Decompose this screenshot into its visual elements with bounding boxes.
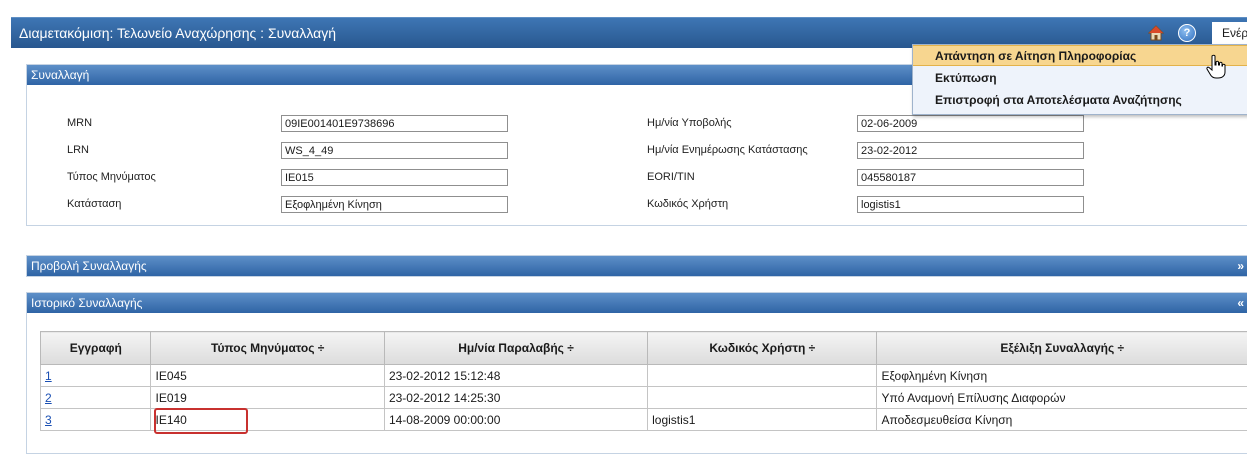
column-header-received-date[interactable]: Ημ/νία Παραλαβής ÷ — [384, 332, 647, 365]
eori-tin-field[interactable]: 045580187 — [857, 169, 1084, 186]
view-panel-title: Προβολή Συναλλαγής — [31, 259, 147, 273]
record-link[interactable]: 3 — [45, 413, 52, 427]
table-row: 1 IE045 23-02-2012 15:12:48 Εξοφλημένη Κ… — [41, 365, 1247, 387]
column-header-progress[interactable]: Εξέλιξη Συναλλαγής ÷ — [877, 332, 1247, 365]
submission-date-field[interactable]: 02-06-2009 — [857, 115, 1084, 132]
history-panel-header[interactable]: Ιστορικό Συναλλαγής « — [27, 293, 1247, 313]
record-link[interactable]: 1 — [45, 369, 52, 383]
table-row: 2 IE019 23-02-2012 14:25:30 Υπό Αναμονή … — [41, 387, 1247, 409]
status-update-date-field[interactable]: 23-02-2012 — [857, 142, 1084, 159]
actions-menu: Απάντηση σε Αίτηση Πληροφορίας Εκτύπωση … — [912, 44, 1247, 115]
progress-cell: Εξοφλημένη Κίνηση — [877, 365, 1247, 387]
menu-item-reply-info-request[interactable]: Απάντηση σε Αίτηση Πληροφορίας — [913, 45, 1247, 66]
user-code-cell — [648, 387, 877, 409]
received-date-cell: 23-02-2012 14:25:30 — [384, 387, 647, 409]
lrn-label: LRN — [67, 144, 89, 156]
user-code-label: Κωδικός Χρήστη — [647, 198, 728, 210]
user-code-cell — [648, 365, 877, 387]
status-label: Κατάσταση — [67, 198, 121, 210]
mrn-label: MRN — [67, 117, 92, 129]
menu-item-back-to-results[interactable]: Επιστροφή στα Αποτελέσματα Αναζήτησης — [913, 90, 1247, 111]
status-field[interactable]: Εξοφλημένη Κίνηση — [281, 196, 508, 213]
highlight-box — [154, 408, 248, 434]
home-icon[interactable] — [1148, 25, 1164, 41]
eori-tin-label: EORI/TIN — [647, 171, 695, 183]
mrn-field[interactable]: 09IE001401E9738696 — [281, 115, 508, 132]
record-link[interactable]: 2 — [45, 391, 52, 405]
column-header-record[interactable]: Εγγραφή — [41, 332, 151, 365]
column-header-user-code[interactable]: Κωδικός Χρήστη ÷ — [648, 332, 877, 365]
status-update-date-label: Ημ/νία Ενημέρωσης Κατάστασης — [647, 144, 808, 156]
submission-date-label: Ημ/νία Υποβολής — [647, 117, 732, 129]
message-type-field[interactable]: IE015 — [281, 169, 508, 186]
column-header-message-type[interactable]: Τύπος Μηνύματος ÷ — [151, 332, 384, 365]
history-panel-title: Ιστορικό Συναλλαγής — [31, 296, 142, 310]
progress-cell: Υπό Αναμονή Επίλυσης Διαφορών — [877, 387, 1247, 409]
window-title: Διαμετακόμιση: Τελωνείο Αναχώρησης : Συν… — [19, 25, 336, 41]
hand-cursor-icon — [1205, 54, 1227, 80]
progress-cell: Αποδεσμευθείσα Κίνηση — [877, 409, 1247, 431]
message-type-cell: IE019 — [151, 387, 384, 409]
actions-button[interactable]: Ενέργειες — [1212, 22, 1247, 44]
lrn-field[interactable]: WS_4_49 — [281, 142, 508, 159]
help-icon[interactable]: ? — [1178, 24, 1196, 42]
expand-toggle[interactable]: » — [1237, 256, 1244, 276]
view-panel: Προβολή Συναλλαγής » — [26, 255, 1247, 277]
user-code-field[interactable]: logistis1 — [857, 196, 1084, 213]
message-type-cell: IE045 — [151, 365, 384, 387]
message-type-label: Τύπος Μηνύματος — [67, 171, 156, 183]
transaction-panel-title: Συναλλαγή — [31, 68, 89, 82]
received-date-cell: 23-02-2012 15:12:48 — [384, 365, 647, 387]
menu-item-print[interactable]: Εκτύπωση — [913, 68, 1247, 89]
received-date-cell: 14-08-2009 00:00:00 — [384, 409, 647, 431]
collapse-toggle[interactable]: « — [1237, 293, 1244, 313]
user-code-cell: logistis1 — [648, 409, 877, 431]
view-panel-header[interactable]: Προβολή Συναλλαγής » — [27, 256, 1247, 276]
